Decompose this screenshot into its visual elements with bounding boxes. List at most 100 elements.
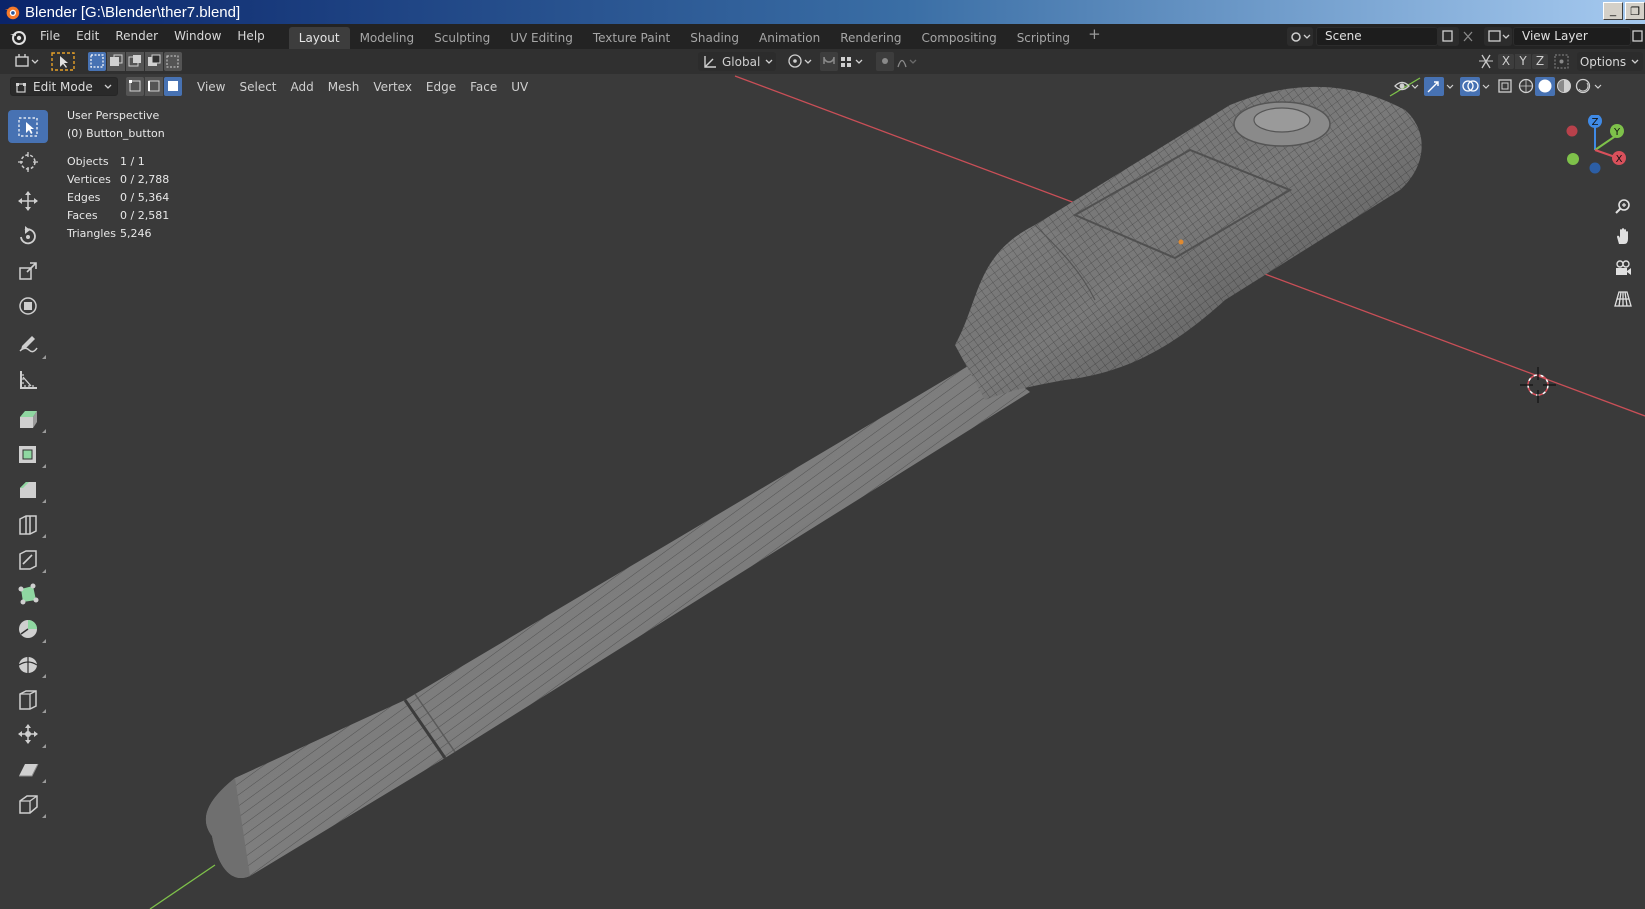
menu-add[interactable]: Add	[284, 76, 321, 98]
cursor-icon	[18, 151, 38, 172]
tool-poly-build[interactable]	[8, 577, 48, 610]
tool-inset[interactable]	[8, 437, 48, 470]
chevron-down-icon	[765, 59, 773, 64]
viewport-shading-controls[interactable]	[1392, 76, 1642, 97]
chevron-down-icon	[104, 84, 112, 89]
mirror-z-toggle[interactable]: Z	[1532, 54, 1548, 69]
chevron-down-icon	[1631, 59, 1639, 64]
mesh-select-mode-icons[interactable]	[126, 77, 182, 96]
inset-icon	[19, 445, 36, 463]
tool-shear[interactable]	[8, 752, 48, 785]
blender-logo-icon	[4, 6, 20, 20]
view-layer-field[interactable]: View Layer	[1513, 27, 1631, 46]
blender-menu-icon[interactable]	[8, 27, 28, 47]
view-layer-new-icon[interactable]	[1631, 27, 1645, 46]
restore-button[interactable]: ❐	[1625, 2, 1645, 20]
tool-cursor[interactable]	[8, 145, 48, 178]
proportional-editing-icon[interactable]	[876, 52, 928, 71]
menu-help[interactable]: Help	[229, 24, 272, 49]
stat-row: Triangles 5,246	[67, 227, 152, 240]
mode-label: Edit Mode	[33, 79, 93, 94]
rip-icon	[19, 794, 38, 814]
selection-mode-icons[interactable]	[88, 52, 182, 71]
tab-shading[interactable]: Shading	[680, 27, 749, 49]
pan-button[interactable]	[1610, 224, 1636, 250]
viewport-scene	[149, 75, 1645, 909]
tool-bevel[interactable]	[8, 472, 48, 505]
options-dropdown[interactable]: Options	[1577, 52, 1643, 71]
perspective-label: User Perspective	[67, 109, 160, 122]
tool-spin[interactable]	[8, 612, 48, 645]
pivot-point-icon[interactable]	[786, 52, 816, 71]
tab-texture-paint[interactable]: Texture Paint	[583, 27, 680, 49]
gizmo-neg-x	[1566, 125, 1578, 137]
menu-vertex[interactable]: Vertex	[366, 76, 419, 98]
view-layer-icon[interactable]	[1484, 27, 1512, 46]
window-title: Blender [G:\Blender\ther7.blend]	[25, 3, 241, 21]
menu-window[interactable]: Window	[166, 24, 229, 49]
tool-select-box[interactable]	[8, 110, 48, 143]
tool-rotate[interactable]	[8, 219, 48, 252]
tab-modeling[interactable]: Modeling	[350, 27, 425, 49]
stat-row: Vertices 0 / 2,788	[67, 173, 170, 186]
origin-point	[1178, 239, 1184, 245]
tool-header: Global X Y Z Options	[0, 49, 1645, 74]
auto-merge-icon[interactable]	[1552, 52, 1572, 71]
menu-mesh[interactable]: Mesh	[321, 76, 367, 98]
snap-icon[interactable]	[820, 52, 872, 71]
bevel-icon	[20, 481, 36, 498]
menu-view[interactable]: View	[190, 76, 232, 98]
tab-rendering[interactable]: Rendering	[830, 27, 911, 49]
mirror-x-toggle[interactable]: X	[1498, 54, 1514, 69]
knife-icon	[19, 549, 37, 570]
camera-view-button[interactable]	[1610, 255, 1636, 281]
perspective-toggle-button[interactable]	[1610, 286, 1636, 312]
tab-scripting[interactable]: Scripting	[1007, 27, 1080, 49]
tab-uv-editing[interactable]: UV Editing	[500, 27, 583, 49]
navigation-gizmo[interactable]: Z Y X	[1555, 115, 1635, 185]
scene-new-icon[interactable]	[1437, 27, 1477, 46]
tab-layout[interactable]: Layout	[288, 26, 350, 49]
tab-compositing[interactable]: Compositing	[911, 27, 1006, 49]
shrink-fatten-icon	[18, 723, 38, 744]
tool-measure[interactable]	[8, 363, 48, 396]
menu-edge[interactable]: Edge	[419, 76, 463, 98]
tool-transform[interactable]	[8, 289, 48, 322]
tool-annotate[interactable]	[8, 328, 48, 361]
y-axis-line	[149, 864, 216, 909]
3d-viewport[interactable]: Edit Mode View Select Add Mesh Vertex Ed…	[0, 74, 1645, 909]
mirror-y-toggle[interactable]: Y	[1515, 54, 1531, 69]
menu-face[interactable]: Face	[463, 76, 504, 98]
zoom-button[interactable]	[1610, 194, 1636, 220]
tool-extrude[interactable]	[8, 402, 48, 435]
tool-scale[interactable]	[8, 254, 48, 287]
add-workspace-button[interactable]: +	[1080, 25, 1109, 49]
tool-loop-cut[interactable]	[8, 507, 48, 540]
tool-knife[interactable]	[8, 542, 48, 575]
menu-file[interactable]: File	[32, 24, 68, 49]
menu-uv[interactable]: UV	[504, 76, 535, 98]
measure-icon	[20, 370, 37, 389]
tool-edge-slide[interactable]	[8, 682, 48, 715]
editor-type-icon[interactable]	[12, 52, 42, 71]
tool-shrink-fatten[interactable]	[8, 717, 48, 750]
menu-edit[interactable]: Edit	[68, 24, 107, 49]
minimize-button[interactable]: _	[1603, 2, 1623, 20]
stat-row: Faces 0 / 2,581	[67, 209, 170, 222]
zoom-icon	[1615, 199, 1630, 214]
mode-select[interactable]: Edit Mode	[10, 77, 118, 96]
tab-sculpting[interactable]: Sculpting	[424, 27, 500, 49]
active-tool-icon[interactable]	[51, 52, 75, 71]
scene-selector-icon[interactable]	[1286, 27, 1314, 46]
scene-name-field[interactable]: Scene	[1316, 27, 1438, 46]
tool-move[interactable]	[8, 184, 48, 217]
move-icon	[18, 190, 38, 211]
gizmo-y-label: Y	[1613, 127, 1621, 138]
tool-rip[interactable]	[8, 787, 48, 820]
window-titlebar: Blender [G:\Blender\ther7.blend] _ ❐	[0, 0, 1645, 24]
menu-render[interactable]: Render	[107, 24, 166, 49]
tab-animation[interactable]: Animation	[749, 27, 830, 49]
tool-smooth[interactable]	[8, 647, 48, 680]
transform-orientation-select[interactable]: Global	[698, 52, 776, 71]
menu-select[interactable]: Select	[232, 76, 283, 98]
